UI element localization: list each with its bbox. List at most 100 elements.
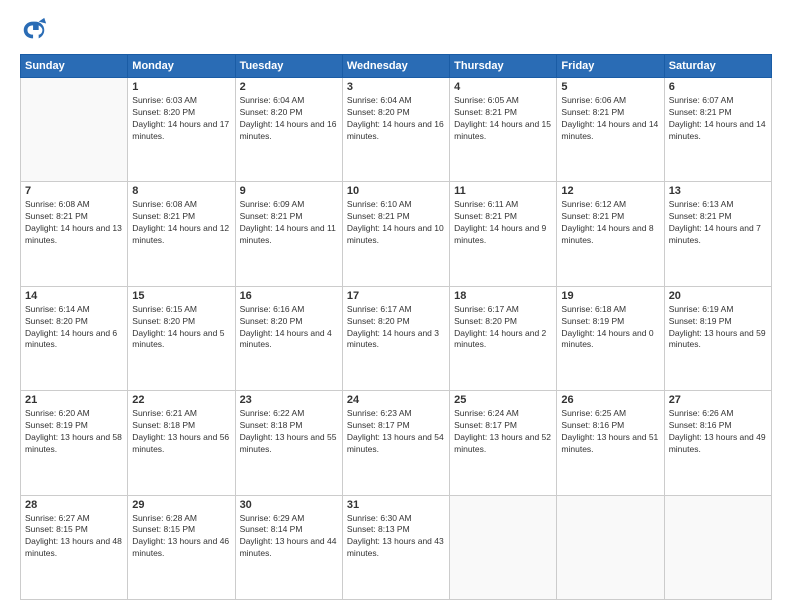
day-number: 2 bbox=[240, 81, 338, 93]
calendar-cell: 14Sunrise: 6:14 AMSunset: 8:20 PMDayligh… bbox=[21, 286, 128, 390]
calendar-cell: 19 Sunrise: 6:18 AMSunset: 8:19 PMDayligh… bbox=[557, 286, 664, 390]
day-number: 24 bbox=[347, 394, 445, 406]
calendar-cell: 15 Sunrise: 6:15 AMSunset: 8:20 PMDayligh… bbox=[128, 286, 235, 390]
day-number: 16 bbox=[240, 290, 338, 302]
day-number: 29 bbox=[132, 499, 230, 511]
day-number: 1 bbox=[132, 81, 230, 93]
week-row-1: 1 Sunrise: 6:03 AMSunset: 8:20 PMDaylight… bbox=[21, 78, 772, 182]
calendar-cell: 9 Sunrise: 6:09 AMSunset: 8:21 PMDaylight… bbox=[235, 182, 342, 286]
calendar-cell bbox=[21, 78, 128, 182]
day-info: Sunrise: 6:20 AMSunset: 8:19 PMDaylight:… bbox=[25, 408, 123, 456]
day-info: Sunrise: 6:15 AMSunset: 8:20 PMDaylight:… bbox=[132, 304, 230, 352]
day-info: Sunrise: 6:26 AMSunset: 8:16 PMDaylight:… bbox=[669, 408, 767, 456]
day-number: 13 bbox=[669, 185, 767, 197]
calendar-cell: 5Sunrise: 6:06 AMSunset: 8:21 PMDaylight… bbox=[557, 78, 664, 182]
weekday-tuesday: Tuesday bbox=[235, 55, 342, 78]
calendar-cell: 8 Sunrise: 6:08 AMSunset: 8:21 PMDaylight… bbox=[128, 182, 235, 286]
day-number: 22 bbox=[132, 394, 230, 406]
day-number: 21 bbox=[25, 394, 123, 406]
weekday-header-row: SundayMondayTuesdayWednesdayThursdayFrid… bbox=[21, 55, 772, 78]
calendar-cell: 11Sunrise: 6:11 AMSunset: 8:21 PMDayligh… bbox=[450, 182, 557, 286]
day-info: Sunrise: 6:10 AMSunset: 8:21 PMDaylight:… bbox=[347, 199, 445, 247]
calendar-cell: 31 Sunrise: 6:30 AMSunset: 8:13 PMDayligh… bbox=[342, 495, 449, 599]
calendar-cell: 1 Sunrise: 6:03 AMSunset: 8:20 PMDaylight… bbox=[128, 78, 235, 182]
logo-icon bbox=[20, 16, 48, 44]
day-info: Sunrise: 6:18 AMSunset: 8:19 PMDaylight:… bbox=[561, 304, 659, 352]
day-info: Sunrise: 6:17 AMSunset: 8:20 PMDaylight:… bbox=[347, 304, 445, 352]
day-info: Sunrise: 6:06 AMSunset: 8:21 PMDaylight:… bbox=[561, 95, 659, 143]
day-info: Sunrise: 6:16 AMSunset: 8:20 PMDaylight:… bbox=[240, 304, 338, 352]
calendar-cell: 25 Sunrise: 6:24 AMSunset: 8:17 PMDayligh… bbox=[450, 391, 557, 495]
day-number: 6 bbox=[669, 81, 767, 93]
day-number: 10 bbox=[347, 185, 445, 197]
day-info: Sunrise: 6:17 AMSunset: 8:20 PMDaylight:… bbox=[454, 304, 552, 352]
day-number: 19 bbox=[561, 290, 659, 302]
calendar-cell: 3 Sunrise: 6:04 AMSunset: 8:20 PMDaylight… bbox=[342, 78, 449, 182]
day-info: Sunrise: 6:30 AMSunset: 8:13 PMDaylight:… bbox=[347, 513, 445, 561]
calendar-cell: 30Sunrise: 6:29 AMSunset: 8:14 PMDayligh… bbox=[235, 495, 342, 599]
day-number: 26 bbox=[561, 394, 659, 406]
calendar-cell: 23Sunrise: 6:22 AMSunset: 8:18 PMDayligh… bbox=[235, 391, 342, 495]
day-info: Sunrise: 6:04 AMSunset: 8:20 PMDaylight:… bbox=[347, 95, 445, 143]
day-number: 31 bbox=[347, 499, 445, 511]
calendar-cell: 27 Sunrise: 6:26 AMSunset: 8:16 PMDayligh… bbox=[664, 391, 771, 495]
day-number: 12 bbox=[561, 185, 659, 197]
calendar-cell: 16 Sunrise: 6:16 AMSunset: 8:20 PMDayligh… bbox=[235, 286, 342, 390]
day-number: 9 bbox=[240, 185, 338, 197]
calendar-cell bbox=[664, 495, 771, 599]
header bbox=[20, 16, 772, 44]
calendar-cell: 20 Sunrise: 6:19 AMSunset: 8:19 PMDayligh… bbox=[664, 286, 771, 390]
day-info: Sunrise: 6:08 AMSunset: 8:21 PMDaylight:… bbox=[132, 199, 230, 247]
calendar-cell: 18 Sunrise: 6:17 AMSunset: 8:20 PMDayligh… bbox=[450, 286, 557, 390]
day-number: 4 bbox=[454, 81, 552, 93]
weekday-saturday: Saturday bbox=[664, 55, 771, 78]
calendar-cell: 2 Sunrise: 6:04 AMSunset: 8:20 PMDaylight… bbox=[235, 78, 342, 182]
day-info: Sunrise: 6:28 AMSunset: 8:15 PMDaylight:… bbox=[132, 513, 230, 561]
day-info: Sunrise: 6:05 AMSunset: 8:21 PMDaylight:… bbox=[454, 95, 552, 143]
day-number: 8 bbox=[132, 185, 230, 197]
calendar-cell: 22 Sunrise: 6:21 AMSunset: 8:18 PMDayligh… bbox=[128, 391, 235, 495]
day-number: 30 bbox=[240, 499, 338, 511]
day-number: 3 bbox=[347, 81, 445, 93]
page: SundayMondayTuesdayWednesdayThursdayFrid… bbox=[0, 0, 792, 612]
day-info: Sunrise: 6:25 AMSunset: 8:16 PMDaylight:… bbox=[561, 408, 659, 456]
day-info: Sunrise: 6:04 AMSunset: 8:20 PMDaylight:… bbox=[240, 95, 338, 143]
day-info: Sunrise: 6:27 AMSunset: 8:15 PMDaylight:… bbox=[25, 513, 123, 561]
day-number: 7 bbox=[25, 185, 123, 197]
calendar-cell: 13 Sunrise: 6:13 AMSunset: 8:21 PMDayligh… bbox=[664, 182, 771, 286]
calendar-cell: 17Sunrise: 6:17 AMSunset: 8:20 PMDayligh… bbox=[342, 286, 449, 390]
day-number: 23 bbox=[240, 394, 338, 406]
day-info: Sunrise: 6:19 AMSunset: 8:19 PMDaylight:… bbox=[669, 304, 767, 352]
day-info: Sunrise: 6:03 AMSunset: 8:20 PMDaylight:… bbox=[132, 95, 230, 143]
day-info: Sunrise: 6:13 AMSunset: 8:21 PMDaylight:… bbox=[669, 199, 767, 247]
calendar-cell: 26 Sunrise: 6:25 AMSunset: 8:16 PMDayligh… bbox=[557, 391, 664, 495]
calendar-cell bbox=[557, 495, 664, 599]
calendar-cell: 10 Sunrise: 6:10 AMSunset: 8:21 PMDayligh… bbox=[342, 182, 449, 286]
day-info: Sunrise: 6:12 AMSunset: 8:21 PMDaylight:… bbox=[561, 199, 659, 247]
weekday-wednesday: Wednesday bbox=[342, 55, 449, 78]
calendar-cell: 12 Sunrise: 6:12 AMSunset: 8:21 PMDayligh… bbox=[557, 182, 664, 286]
day-number: 15 bbox=[132, 290, 230, 302]
day-info: Sunrise: 6:11 AMSunset: 8:21 PMDaylight:… bbox=[454, 199, 552, 247]
logo bbox=[20, 16, 52, 44]
week-row-3: 14Sunrise: 6:14 AMSunset: 8:20 PMDayligh… bbox=[21, 286, 772, 390]
day-info: Sunrise: 6:14 AMSunset: 8:20 PMDaylight:… bbox=[25, 304, 123, 352]
week-row-2: 7 Sunrise: 6:08 AMSunset: 8:21 PMDaylight… bbox=[21, 182, 772, 286]
day-info: Sunrise: 6:08 AMSunset: 8:21 PMDaylight:… bbox=[25, 199, 123, 247]
day-info: Sunrise: 6:21 AMSunset: 8:18 PMDaylight:… bbox=[132, 408, 230, 456]
day-number: 18 bbox=[454, 290, 552, 302]
day-info: Sunrise: 6:24 AMSunset: 8:17 PMDaylight:… bbox=[454, 408, 552, 456]
weekday-friday: Friday bbox=[557, 55, 664, 78]
weekday-thursday: Thursday bbox=[450, 55, 557, 78]
day-number: 25 bbox=[454, 394, 552, 406]
calendar-cell: 7 Sunrise: 6:08 AMSunset: 8:21 PMDaylight… bbox=[21, 182, 128, 286]
weekday-sunday: Sunday bbox=[21, 55, 128, 78]
day-number: 27 bbox=[669, 394, 767, 406]
calendar-cell: 21 Sunrise: 6:20 AMSunset: 8:19 PMDayligh… bbox=[21, 391, 128, 495]
day-info: Sunrise: 6:09 AMSunset: 8:21 PMDaylight:… bbox=[240, 199, 338, 247]
day-number: 28 bbox=[25, 499, 123, 511]
day-number: 20 bbox=[669, 290, 767, 302]
week-row-5: 28 Sunrise: 6:27 AMSunset: 8:15 PMDayligh… bbox=[21, 495, 772, 599]
calendar-cell: 6Sunrise: 6:07 AMSunset: 8:21 PMDaylight… bbox=[664, 78, 771, 182]
calendar-cell bbox=[450, 495, 557, 599]
